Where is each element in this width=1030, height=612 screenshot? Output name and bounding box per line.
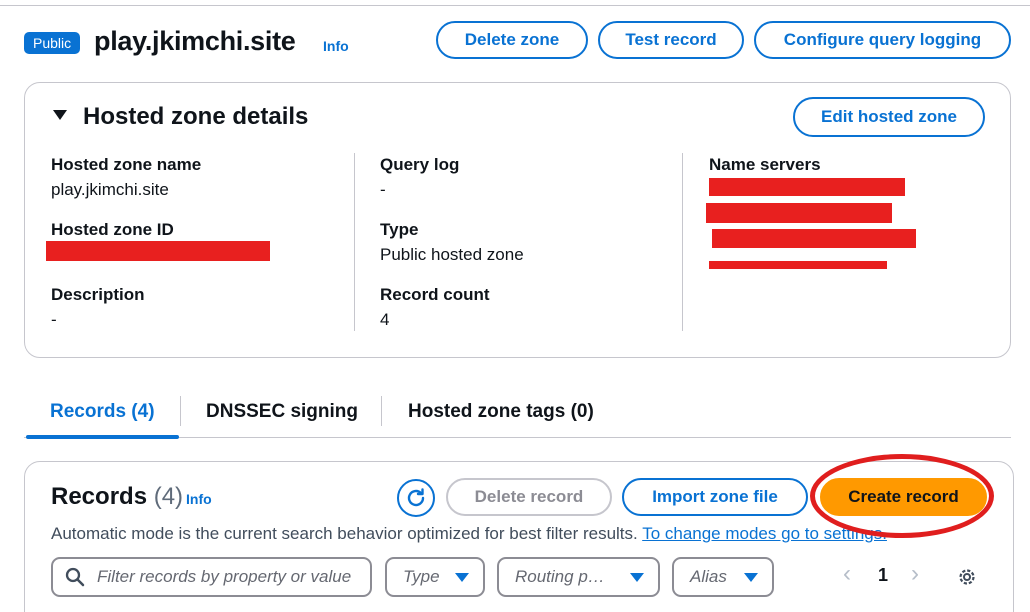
hosted-zone-details-panel: Hosted zone details Edit hosted zone Hos… — [24, 82, 1011, 358]
filter-records-search[interactable]: Filter records by property or value — [51, 557, 372, 597]
redacted-name-server-4 — [709, 261, 887, 269]
record-count-label: Record count — [380, 285, 490, 304]
query-log-label: Query log — [380, 155, 460, 174]
tab-bar: Records (4) DNSSEC signing Hosted zone t… — [24, 392, 1011, 440]
column-divider — [354, 153, 355, 331]
highlight-circle-annotation — [810, 454, 994, 538]
records-heading: Records (4) — [51, 483, 183, 511]
type-value: Public hosted zone — [380, 245, 524, 264]
configure-query-logging-button[interactable]: Configure query logging — [754, 21, 1011, 59]
delete-record-button[interactable]: Delete record — [446, 478, 612, 516]
redacted-zone-id — [46, 241, 270, 261]
description-value: - — [51, 310, 57, 329]
column-divider — [682, 153, 683, 331]
previous-page-button[interactable]: ‹ — [843, 560, 851, 588]
hosted-zone-name-label: Hosted zone name — [51, 155, 202, 174]
type-filter-select[interactable]: Type — [385, 557, 485, 597]
redacted-name-server-3 — [712, 229, 916, 248]
type-label: Type — [380, 220, 419, 239]
refresh-button[interactable] — [397, 479, 435, 517]
tab-hosted-zone-tags[interactable]: Hosted zone tags (0) — [408, 392, 594, 432]
search-placeholder: Filter records by property or value — [97, 567, 352, 586]
record-count-value: 4 — [380, 310, 390, 329]
name-servers-label: Name servers — [709, 155, 821, 174]
redacted-name-server-1 — [709, 178, 905, 196]
redacted-name-server-2 — [706, 203, 892, 223]
public-badge: Public — [24, 32, 81, 54]
tab-separator — [180, 396, 181, 426]
search-mode-hint: Automatic mode is the current search beh… — [51, 524, 887, 544]
routing-policy-filter-select[interactable]: Routing p… — [497, 557, 660, 597]
edit-hosted-zone-button[interactable]: Edit hosted zone — [793, 97, 985, 137]
caret-down-icon — [455, 572, 469, 582]
tab-dnssec-signing[interactable]: DNSSEC signing — [206, 392, 358, 432]
alias-filter-label: Alias — [690, 567, 727, 586]
alias-filter-select[interactable]: Alias — [672, 557, 774, 597]
page-title: play.jkimchi.site — [94, 26, 296, 56]
test-record-button[interactable]: Test record — [598, 21, 744, 59]
search-icon — [65, 567, 85, 587]
description-label: Description — [51, 285, 145, 304]
hint-text: Automatic mode is the current search beh… — [51, 524, 638, 543]
records-info-link[interactable]: Info — [186, 491, 212, 507]
settings-gear-icon[interactable] — [956, 566, 978, 588]
delete-zone-button[interactable]: Delete zone — [436, 21, 588, 59]
type-filter-label: Type — [403, 567, 440, 586]
tab-separator — [381, 396, 382, 426]
collapse-caret-icon[interactable] — [53, 110, 67, 120]
tab-records[interactable]: Records (4) — [50, 392, 155, 432]
refresh-icon — [407, 488, 425, 507]
routing-filter-label: Routing p… — [515, 567, 605, 586]
hosted-zone-id-label: Hosted zone ID — [51, 220, 174, 239]
records-count: (4) — [153, 483, 184, 510]
caret-down-icon — [744, 572, 758, 582]
active-tab-indicator — [26, 435, 179, 439]
query-log-value: - — [380, 180, 386, 199]
hosted-zone-name-value: play.jkimchi.site — [51, 180, 169, 199]
records-title: Records — [51, 483, 148, 510]
info-link[interactable]: Info — [323, 38, 349, 54]
details-title: Hosted zone details — [83, 103, 309, 130]
page-number[interactable]: 1 — [878, 565, 888, 586]
import-zone-file-button[interactable]: Import zone file — [622, 478, 808, 516]
caret-down-icon — [630, 572, 644, 582]
top-divider — [0, 5, 1030, 6]
next-page-button[interactable]: › — [911, 560, 919, 588]
